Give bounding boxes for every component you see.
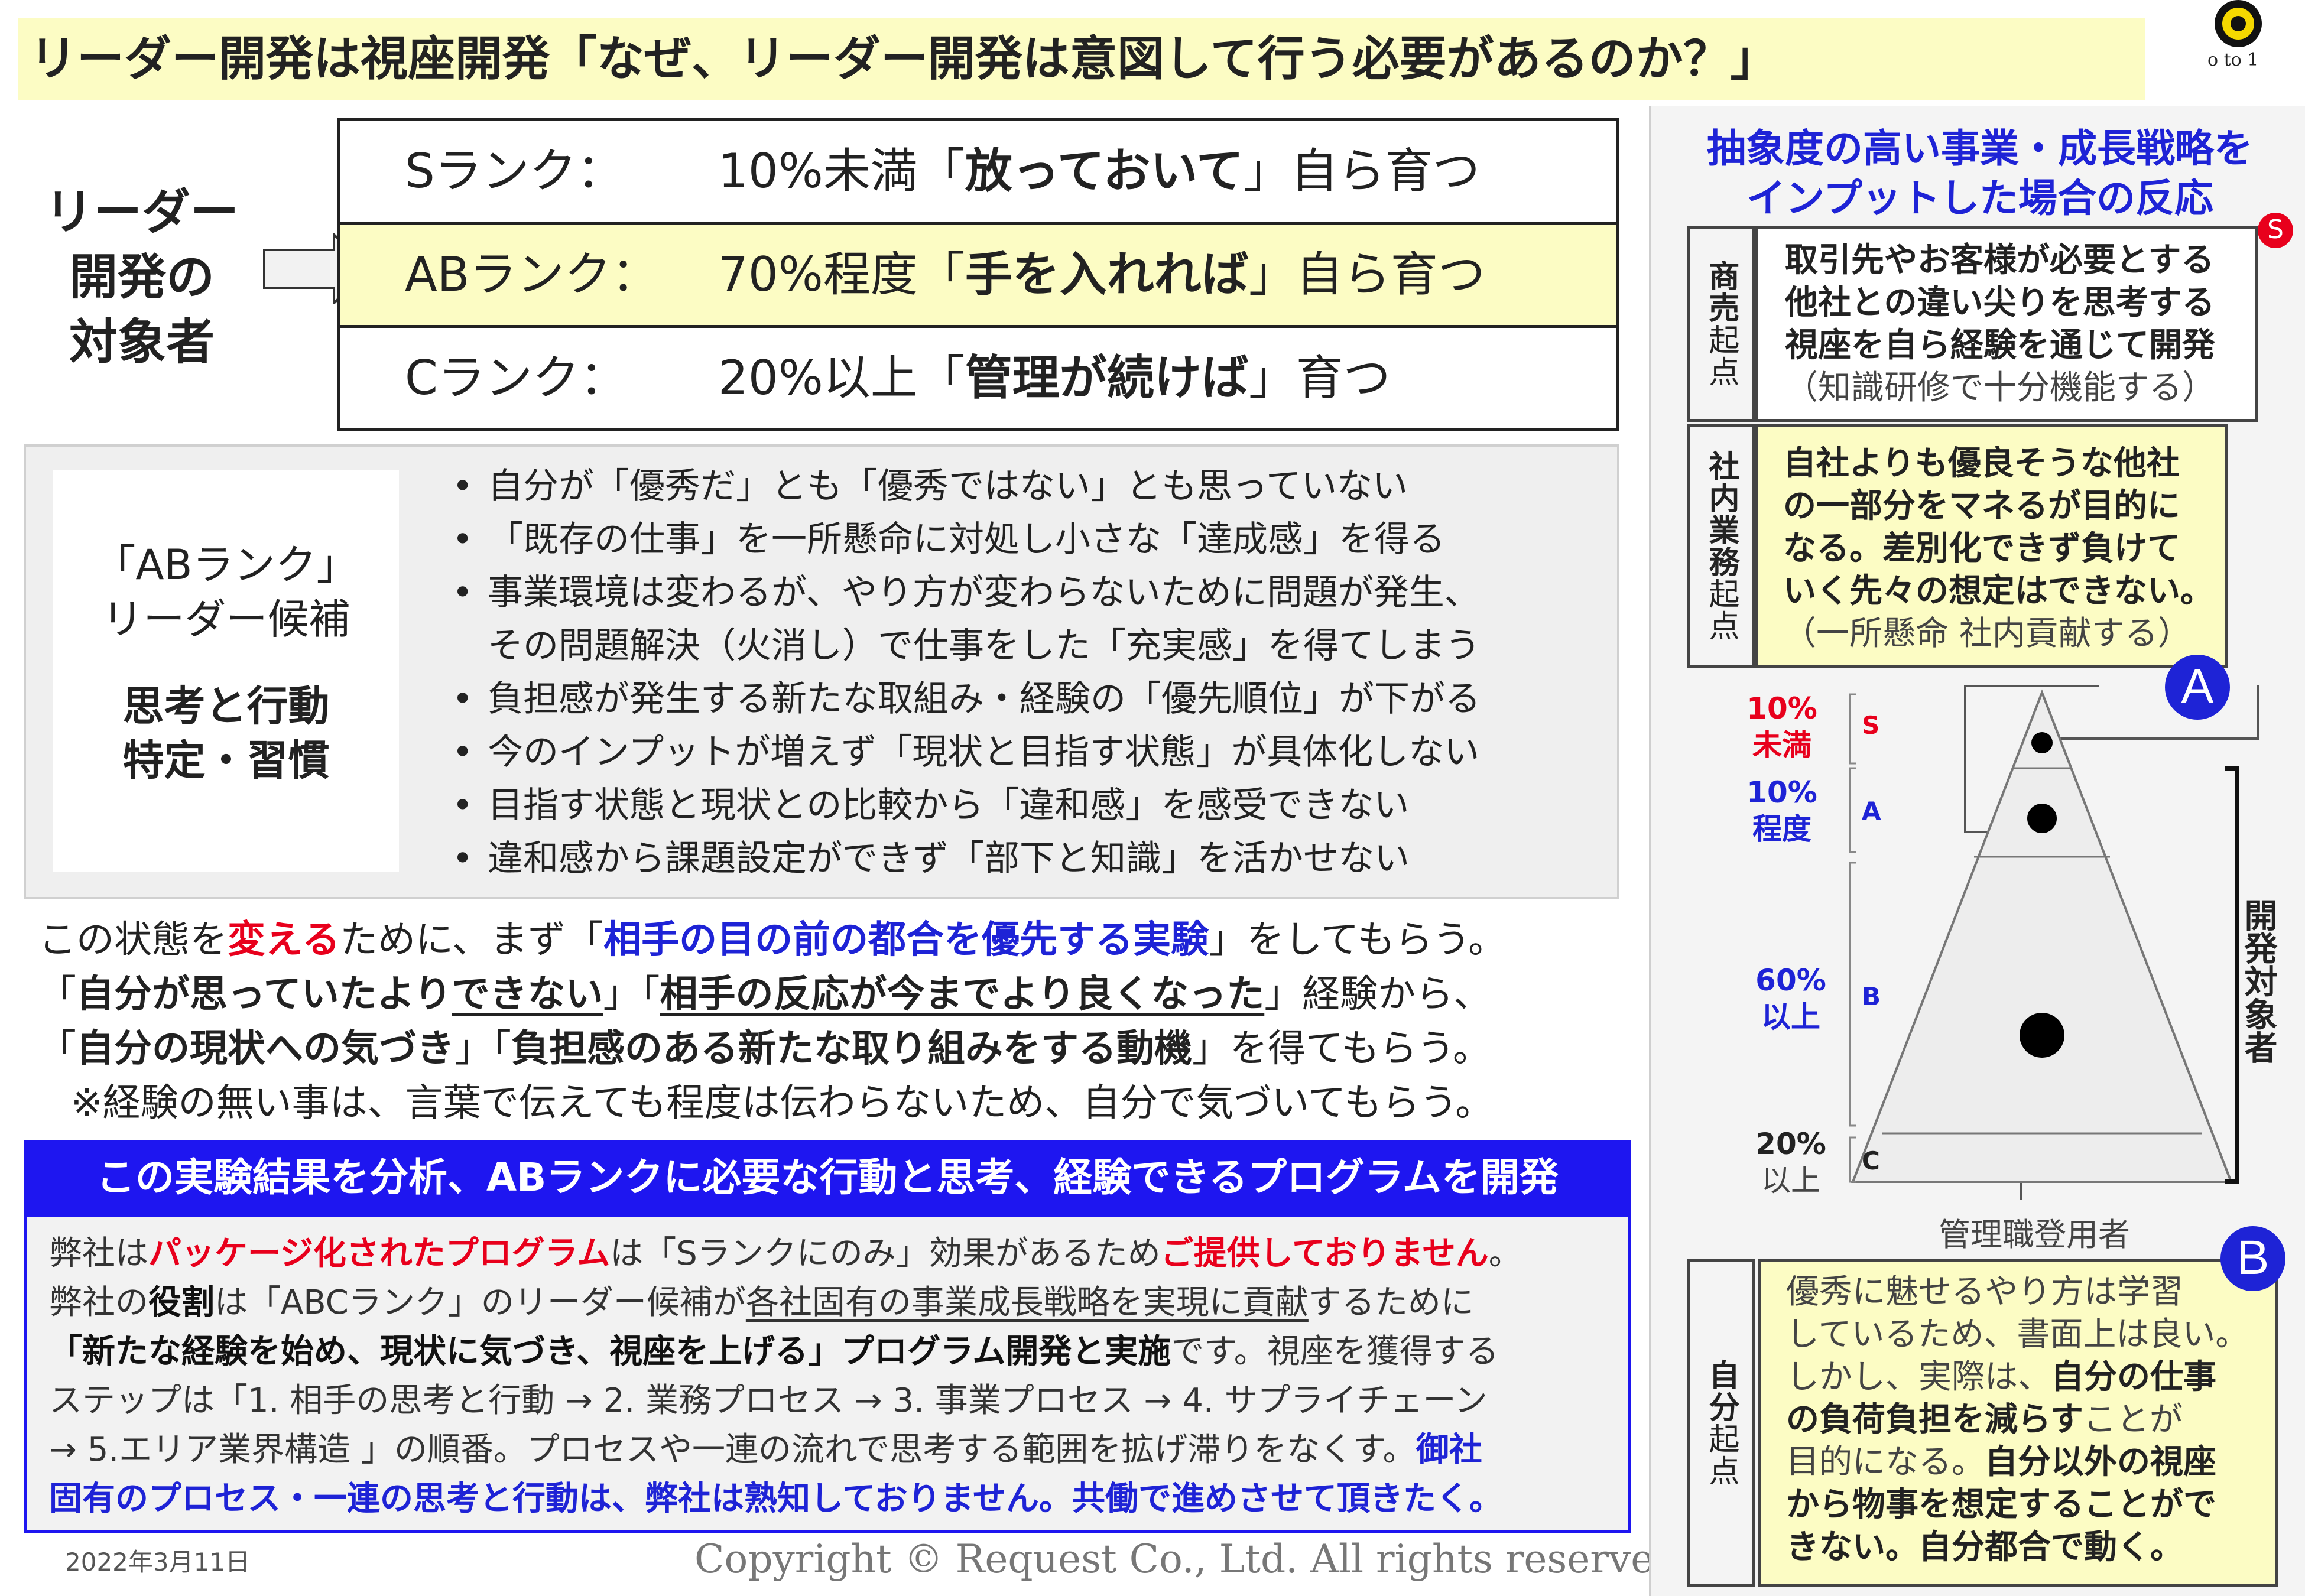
target-label: リーダー 開発の 対象者 bbox=[44, 184, 239, 370]
manager-label: 管理職登用者 bbox=[1939, 1216, 2130, 1253]
program-heading: この実験結果を分析、ABランクに必要な行動と思考、経験できるプログラムを開発 bbox=[24, 1140, 1631, 1214]
rank-row-s: Sランク： 10%未満「放っておいて」自ら育つ bbox=[337, 118, 1619, 225]
list-item: 負担感が発生する新たな取組み・経験の「優先順位」が下がる bbox=[440, 672, 1611, 726]
side-label-self: 自分起点 bbox=[1687, 1259, 1755, 1587]
dev-target-label: 開発対象者 bbox=[2239, 898, 2277, 1064]
list-item: 今のインプットが増えず「現状と目指す状態」が具体化しない bbox=[440, 726, 1611, 779]
rank-row-c: Cランク： 20%以上「管理が続けば」育つ bbox=[337, 325, 1619, 431]
badge-s: S bbox=[2258, 213, 2293, 248]
reaction-box-a: 自社よりも優良そうな他社 の一部分をマネるが目的に なる。差別化できず負けて い… bbox=[1755, 424, 2228, 668]
rank-row-ab: ABランク： 70%程度「手を入れれば」自ら育つ bbox=[337, 222, 1619, 328]
experiment-paragraph: この状態を変えるために、まず「相手の目の前の都合を優先する実験」をしてもらう。 … bbox=[38, 918, 1507, 1125]
letter-b: B bbox=[1862, 982, 1881, 1011]
date: 2022年3月11日 bbox=[65, 1548, 251, 1577]
letter-s: S bbox=[1862, 711, 1880, 740]
badge-b: B bbox=[2220, 1226, 2285, 1291]
pct-c: 20% 以上 bbox=[1755, 1127, 1826, 1198]
letter-c: C bbox=[1862, 1146, 1880, 1175]
rank-value: 10%未満「放っておいて」自ら育つ bbox=[718, 144, 1481, 199]
rank-name: Cランク： bbox=[405, 350, 627, 405]
side-label-business: 商売起点 bbox=[1687, 226, 1755, 422]
rank-name: Sランク： bbox=[405, 144, 624, 199]
rank-value: 20%以上「管理が続けば」育つ bbox=[718, 350, 1391, 405]
list-item: 「既存の仕事」を一所懸命に対処し小さな「達成感」を得る bbox=[440, 513, 1611, 566]
reaction-box-b: 優秀に魅せるやり方は学習 しているため、書面上は良い。 しかし、実際は、自分の仕… bbox=[1758, 1259, 2278, 1587]
pct-a: 10% 程度 bbox=[1746, 775, 1817, 846]
list-item: 目指す状態と現状との比較から「違和感」を感受できない bbox=[440, 779, 1611, 832]
ab-rank-label: 「ABランク」 リーダー候補 思考と行動 特定・習慣 bbox=[53, 470, 399, 872]
reaction-title: 抽象度の高い事業・成長戦略を インプットした場合の反応 bbox=[1707, 126, 2253, 221]
list-item: 違和感から課題設定ができず「部下と知識」を活かせない bbox=[440, 832, 1611, 885]
letter-a: A bbox=[1862, 797, 1881, 825]
program-body: 弊社はパッケージ化されたプログラムは「Sランクにのみ」効果があるためご提供してお… bbox=[24, 1214, 1631, 1533]
pct-b: 60% 以上 bbox=[1755, 963, 1826, 1034]
logo-text: o to 1 bbox=[2207, 50, 2259, 70]
list-item: 自分が「優秀だ」とも「優秀ではない」とも思っていない bbox=[440, 460, 1611, 513]
reaction-box-s: 取引先やお客様が必要とする 他社との違い尖りを思考する 視座を自ら経験を通じて開… bbox=[1755, 226, 2258, 422]
rank-pyramid bbox=[1849, 685, 2259, 1200]
rank-name: ABランク： bbox=[405, 247, 659, 302]
side-label-internal: 社内業務起点 bbox=[1687, 424, 1755, 668]
ab-rank-bullets: 自分が「優秀だ」とも「優秀ではない」とも思っていない 「既存の仕事」を一所懸命に… bbox=[440, 460, 1611, 885]
page-title: リーダー開発は視座開発「なぜ、リーダー開発は意図して行う必要があるのか？」 bbox=[18, 18, 2145, 100]
copyright: Copyright © Request Co., Ltd. All rights… bbox=[694, 1536, 1692, 1582]
rank-value: 70%程度「手を入れれば」自ら育つ bbox=[718, 247, 1485, 302]
list-item: その問題解決（火消し）で仕事をした「充実感」を得てしまう bbox=[488, 625, 1481, 667]
pct-s: 10% 未満 bbox=[1746, 691, 1817, 762]
list-item: 事業環境は変わるが、やり方が変わらないために問題が発生、 bbox=[440, 566, 1611, 619]
